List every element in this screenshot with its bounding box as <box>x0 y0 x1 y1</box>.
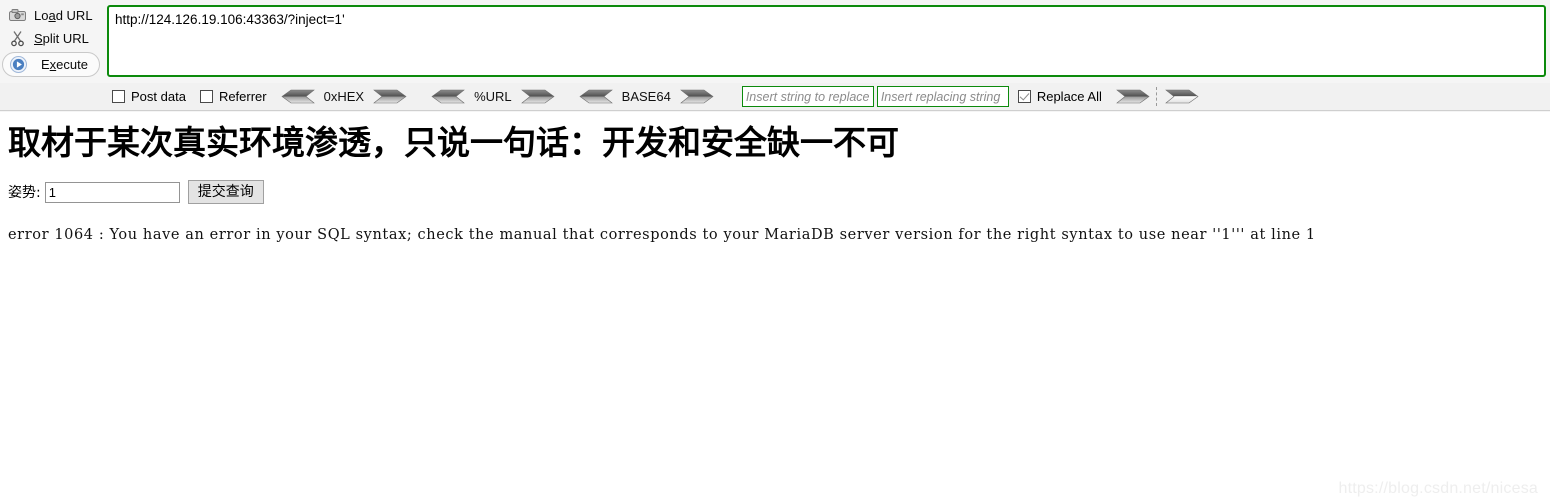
extra-action-arrow-icon[interactable] <box>1165 89 1199 104</box>
referrer-checkbox[interactable]: Referrer <box>199 89 267 104</box>
toolbar-divider <box>1155 87 1157 106</box>
base64-encode-arrow-icon[interactable] <box>679 89 714 104</box>
load-url-label: Load URL <box>34 8 93 23</box>
replace-all-checkbox-box[interactable] <box>1017 90 1031 103</box>
referrer-label: Referrer <box>218 89 267 104</box>
url-encode-arrow-icon[interactable] <box>520 89 555 104</box>
replace-all-checkbox[interactable]: Replace All <box>1017 89 1102 104</box>
page-content: 取材于某次真实环境渗透，只说一句话：开发和安全缺一不可 姿势: 提交查询 err… <box>0 112 1550 243</box>
watermark-text: https://blog.csdn.net/nicesa <box>1338 480 1538 497</box>
codec-name-hex: 0xHEX <box>323 89 365 104</box>
codec-group-base64: BASE64 <box>579 89 714 104</box>
execute-icon <box>7 55 29 75</box>
execute-label: Execute <box>41 57 88 72</box>
url-decode-arrow-icon[interactable] <box>431 89 465 104</box>
sql-error-message: error 1064 : You have an error in your S… <box>8 227 1316 243</box>
base64-decode-arrow-icon[interactable] <box>579 89 613 104</box>
replace-search-input[interactable] <box>741 86 874 107</box>
replace-all-label: Replace All <box>1036 89 1102 104</box>
load-url-button[interactable]: Load URL <box>0 4 104 27</box>
hex-decode-arrow-icon[interactable] <box>281 89 315 104</box>
post-data-checkbox-box[interactable] <box>112 90 125 103</box>
split-url-button[interactable]: Split URL <box>0 27 104 50</box>
hex-encode-arrow-icon[interactable] <box>373 89 407 104</box>
page-title: 取材于某次真实环境渗透，只说一句话：开发和安全缺一不可 <box>8 123 899 162</box>
referrer-checkbox-box[interactable] <box>199 90 213 103</box>
codec-group-hex: 0xHEX <box>281 89 407 104</box>
url-field-wrapper <box>107 5 1546 77</box>
execute-button[interactable]: Execute <box>2 52 100 77</box>
hackbar-action-list: Load URL Split URL Execute <box>0 0 104 83</box>
submit-query-button[interactable]: 提交查询 <box>187 180 264 204</box>
replace-with-input[interactable] <box>876 86 1009 107</box>
split-url-icon <box>6 29 28 49</box>
codec-name-url: %URL <box>474 89 512 104</box>
hackbar-toolbar: Load URL Split URL Execute http://124.12… <box>0 0 1550 112</box>
load-url-icon <box>6 6 28 26</box>
url-input[interactable] <box>107 5 1546 77</box>
inject-input[interactable] <box>44 181 180 203</box>
split-url-label: Split URL <box>34 31 89 46</box>
replace-apply-arrow-icon[interactable] <box>1116 89 1150 104</box>
inject-field-label: 姿势: <box>8 185 41 201</box>
inject-query-form: 姿势: 提交查询 <box>8 180 1542 204</box>
hackbar-top-row: Load URL Split URL Execute http://124.12… <box>0 0 1550 83</box>
codec-group-url: %URL <box>431 89 555 104</box>
hackbar-options-row: Post data Referrer 0xHEX %URL BASE64 Ins… <box>0 83 1550 111</box>
post-data-label: Post data <box>131 89 186 104</box>
codec-name-base64: BASE64 <box>621 89 671 104</box>
post-data-checkbox[interactable]: Post data <box>112 89 186 104</box>
